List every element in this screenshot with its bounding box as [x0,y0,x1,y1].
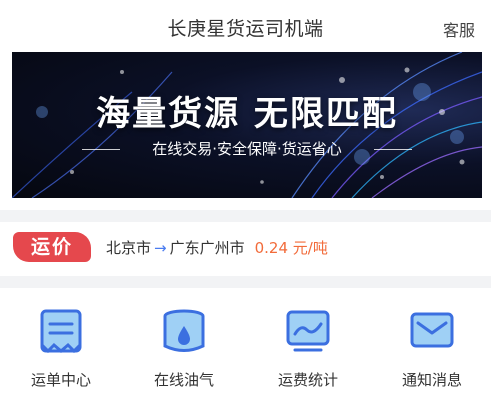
banner-headline: 海量货源 无限匹配 [96,94,398,134]
section-divider [0,276,491,288]
app-header: 长庚星货运司机端 客服 [0,0,491,52]
statistics-icon [286,310,330,352]
freight-rate-row[interactable]: 运价 北京市 → 广东广州市 0.24 元/吨 [0,222,491,276]
message-icon [410,312,454,348]
banner-tagline-text: 在线交易·安全保障·货运省心 [152,140,342,158]
menu-item-messages[interactable]: 通知消息 [372,308,491,398]
customer-service-button[interactable]: 客服 [443,17,475,41]
fuel-icon [163,309,205,352]
menu-label: 通知消息 [401,371,462,389]
menu-label: 在线油气 [153,371,214,389]
rate-origin: 北京市 [106,239,152,257]
menu-item-statistics[interactable]: 运费统计 [248,308,368,398]
section-divider [0,210,491,222]
rate-price: 0.24 元/吨 [254,239,328,257]
menu-label: 运费统计 [277,371,338,389]
rate-badge: 运价 [13,232,91,262]
banner-tagline-group: 在线交易·安全保障·货运省心 [82,138,412,160]
rate-route: 北京市 → 广东广州市 0.24 元/吨 [106,237,328,258]
rate-destination: 广东广州市 [169,239,245,257]
page-title: 长庚星货运司机端 [167,18,324,40]
waybill-icon [40,309,82,354]
menu-item-waybill[interactable]: 运单中心 [1,308,121,398]
arrow-right-icon: → [154,239,167,257]
banner-tagline: 在线交易·安全保障·货运省心 [82,138,412,159]
promo-banner[interactable]: 海量货源 无限匹配 在线交易·安全保障·货运省心 [12,52,482,198]
menu-label: 运单中心 [30,371,91,389]
menu-item-fuel[interactable]: 在线油气 [124,308,244,398]
function-menu: 运单中心 在线油气 运费统计 通知消息 [0,288,491,400]
